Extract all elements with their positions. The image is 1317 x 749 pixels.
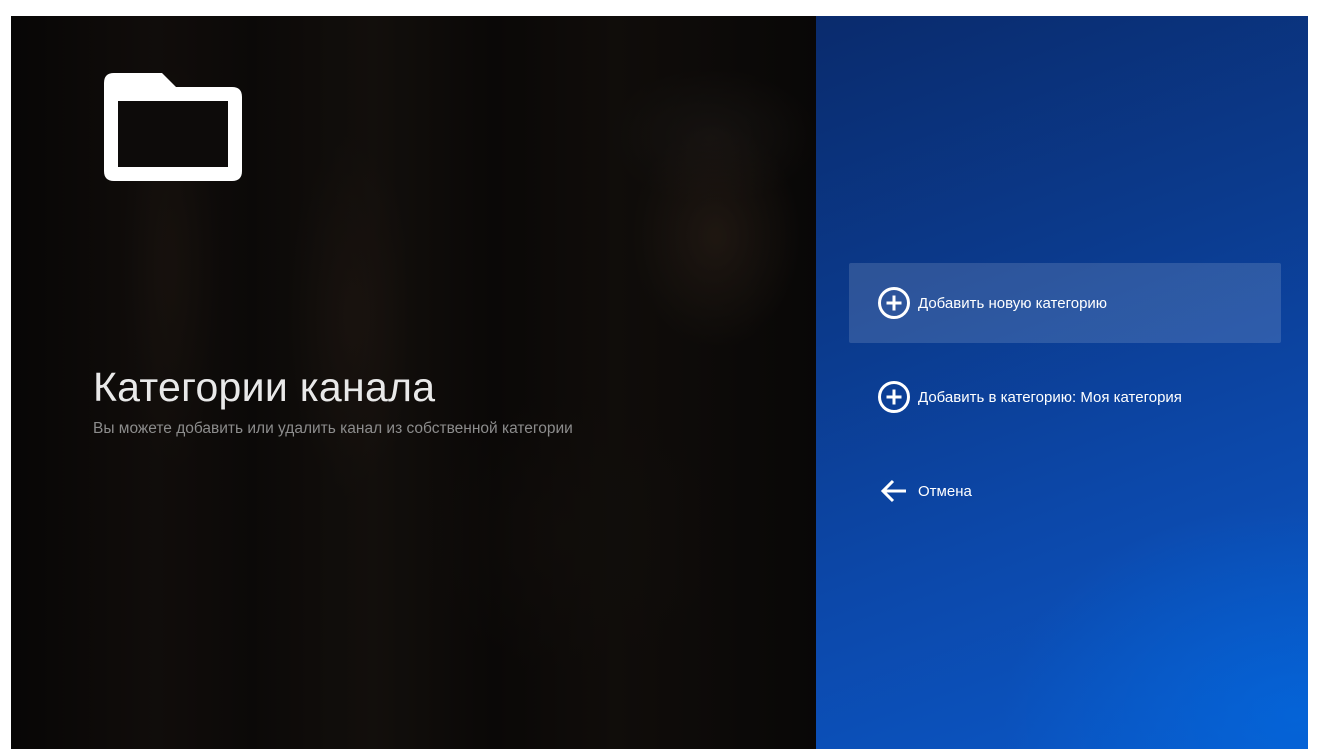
tv-screen: Категории канала Вы можете добавить или … (11, 16, 1308, 749)
folder-icon (104, 73, 242, 181)
title-block: Категории канала Вы можете добавить или … (93, 363, 793, 439)
menu-item-label: Отмена (918, 482, 972, 500)
menu-item-label: Добавить в категорию: Моя категория (918, 388, 1182, 406)
menu-item-label: Добавить новую категорию (918, 294, 1108, 312)
arrow-back-icon (876, 473, 912, 509)
cancel-button[interactable]: Отмена (849, 451, 1281, 531)
action-menu: Добавить новую категорию Добавить в кате… (849, 263, 1281, 545)
add-circle-icon (876, 379, 912, 415)
action-menu-panel: Добавить новую категорию Добавить в кате… (816, 16, 1308, 749)
page-title: Категории канала (93, 364, 436, 410)
add-new-category-button[interactable]: Добавить новую категорию (849, 263, 1281, 343)
backdrop-panel: Категории канала Вы можете добавить или … (11, 16, 816, 749)
add-circle-icon (876, 285, 912, 321)
page-subtitle: Вы можете добавить или удалить канал из … (93, 420, 573, 437)
add-to-category-button[interactable]: Добавить в категорию: Моя категория (849, 357, 1281, 437)
